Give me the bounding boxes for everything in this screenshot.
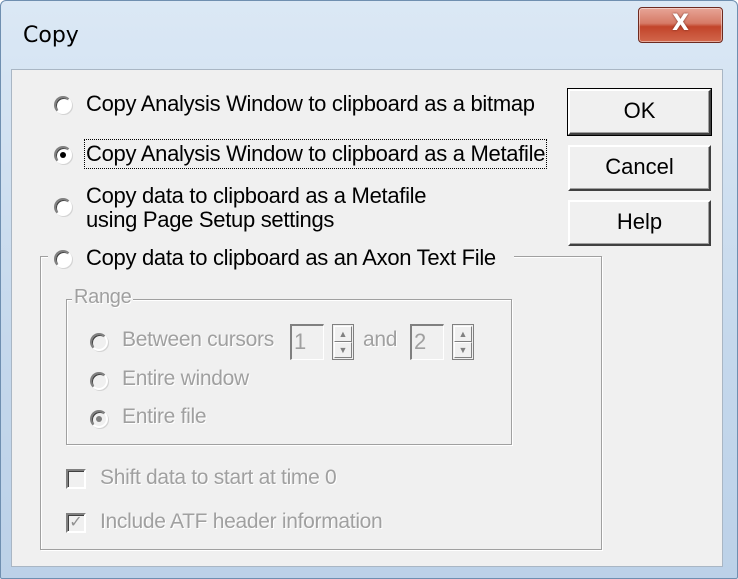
cursor-to-spinner[interactable]: ▲ ▼: [452, 324, 474, 360]
cursor-to-input[interactable]: 2: [410, 324, 444, 360]
spin-down-icon[interactable]: ▼: [334, 342, 352, 358]
radio-entire-file-label[interactable]: Entire file: [122, 405, 207, 429]
cursor-from-spinner[interactable]: ▲ ▼: [332, 324, 354, 360]
checkbox-atf-header-label[interactable]: Include ATF header information: [100, 510, 383, 534]
radio-entire-window[interactable]: [90, 372, 108, 390]
radio-entire-file[interactable]: [90, 410, 108, 428]
radio-copy-metafile[interactable]: [54, 146, 72, 164]
checkbox-shift-time-label[interactable]: Shift data to start at time 0: [100, 466, 337, 490]
check-icon: ✓: [69, 514, 83, 531]
radio-copy-page-setup-label-line1[interactable]: Copy data to clipboard as a Metafile: [86, 183, 426, 209]
cursor-from-input[interactable]: 1: [290, 324, 324, 360]
help-button[interactable]: Help: [568, 200, 711, 246]
close-button[interactable]: X: [638, 7, 723, 43]
radio-copy-axon-text[interactable]: [54, 250, 72, 268]
radio-between-cursors[interactable]: [90, 333, 108, 351]
spin-down-icon[interactable]: ▼: [454, 342, 472, 358]
window-title: Copy: [23, 23, 79, 48]
copy-dialog-window: Copy X Copy Analysis Window to clipboard…: [0, 0, 738, 579]
radio-between-cursors-label[interactable]: Between cursors: [122, 328, 274, 352]
and-label: and: [363, 328, 398, 351]
cancel-button[interactable]: Cancel: [568, 145, 711, 191]
checkbox-atf-header[interactable]: ✓: [66, 513, 86, 533]
radio-copy-axon-text-label[interactable]: Copy data to clipboard as an Axon Text F…: [86, 245, 496, 271]
radio-copy-page-setup[interactable]: [54, 198, 72, 216]
dialog-client-area: Copy Analysis Window to clipboard as a b…: [11, 69, 723, 567]
spin-up-icon[interactable]: ▲: [334, 326, 352, 342]
radio-copy-bitmap-label[interactable]: Copy Analysis Window to clipboard as a b…: [86, 91, 535, 117]
title-bar[interactable]: Copy X: [1, 1, 737, 69]
radio-copy-bitmap[interactable]: [54, 96, 72, 114]
radio-entire-window-label[interactable]: Entire window: [122, 367, 249, 391]
radio-copy-page-setup-label-line2[interactable]: using Page Setup settings: [86, 207, 334, 233]
close-icon: X: [672, 11, 689, 36]
checkbox-shift-time[interactable]: [66, 469, 86, 489]
ok-button[interactable]: OK: [567, 88, 712, 136]
radio-copy-metafile-label[interactable]: Copy Analysis Window to clipboard as a M…: [83, 139, 548, 169]
range-groupbox-label: Range: [72, 286, 134, 309]
spin-up-icon[interactable]: ▲: [454, 326, 472, 342]
